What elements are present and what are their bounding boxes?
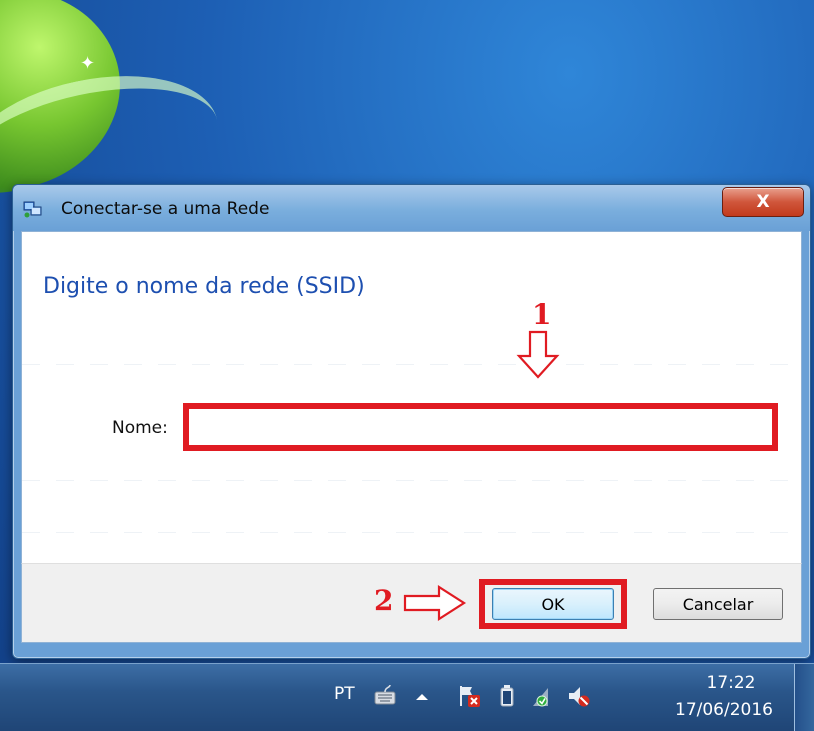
name-label: Nome: — [112, 418, 168, 438]
divider — [22, 364, 801, 365]
arrow-down-icon — [516, 330, 560, 379]
step-2-label: 2 — [374, 584, 394, 617]
dialog-title: Conectar-se a uma Rede — [61, 199, 270, 219]
dialog-content: Digite o nome da rede (SSID) 1 Nome: — [21, 231, 802, 564]
language-indicator[interactable]: PT — [334, 684, 355, 704]
step-1-label: 1 — [532, 298, 552, 331]
network-icon — [23, 201, 42, 218]
ok-button[interactable]: OK — [492, 588, 614, 620]
battery-icon[interactable] — [494, 682, 520, 710]
connect-network-dialog: Conectar-se a uma Rede X Digite o nome d… — [12, 184, 811, 659]
keyboard-icon[interactable] — [372, 682, 398, 710]
network-icon[interactable] — [530, 682, 556, 710]
volume-muted-icon[interactable] — [566, 682, 592, 710]
dialog-heading: Digite o nome da rede (SSID) — [43, 274, 365, 299]
divider — [22, 532, 801, 533]
show-desktop-button[interactable] — [794, 664, 814, 731]
dialog-footer: 2 OK Cancelar — [21, 563, 802, 643]
taskbar: PT 17:22 17/06/2016 — [0, 663, 814, 731]
clock-time[interactable]: 17:22 — [686, 673, 776, 693]
action-center-icon[interactable] — [456, 682, 482, 710]
cancel-button[interactable]: Cancelar — [653, 588, 783, 620]
dialog-titlebar[interactable]: Conectar-se a uma Rede X — [13, 185, 810, 231]
show-hidden-icons-icon[interactable] — [409, 682, 435, 710]
desktop: ✦ Conectar-se a uma Rede X Digite o nome… — [0, 0, 814, 731]
arrow-right-icon — [403, 585, 467, 621]
clock-date[interactable]: 17/06/2016 — [664, 700, 784, 720]
ssid-name-input[interactable] — [183, 403, 778, 451]
wallpaper-sparkle-icon: ✦ — [80, 53, 96, 74]
close-button[interactable]: X — [722, 187, 804, 217]
divider — [22, 480, 801, 481]
